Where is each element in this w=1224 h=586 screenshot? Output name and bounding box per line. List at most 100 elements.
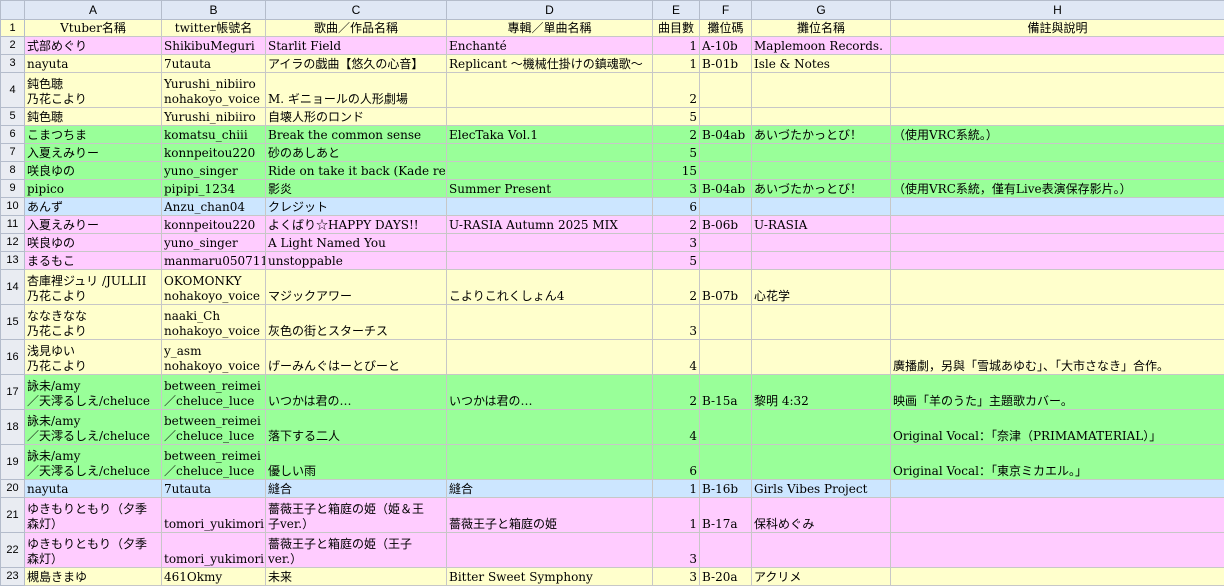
booth-name-cell[interactable]: あいづたかっとび！ <box>751 125 891 144</box>
twitter-account-cell[interactable]: ShikibuMeguri <box>161 36 266 55</box>
booth-name-cell[interactable] <box>751 197 891 216</box>
album-title-cell[interactable]: 縫合 <box>446 479 653 498</box>
booth-name-cell[interactable]: アクリメ <box>751 567 891 586</box>
twitter-account-cell[interactable]: komatsu_chiii <box>161 125 266 144</box>
vtuber-name-cell[interactable]: 入夏えみりー <box>24 143 162 162</box>
twitter-account-cell[interactable]: Yurushi_nibiiro <box>161 107 266 126</box>
booth-name-cell[interactable] <box>751 409 891 445</box>
select-all-corner[interactable] <box>0 0 25 20</box>
booth-code-cell[interactable]: B-04ab <box>699 179 752 198</box>
twitter-account-cell[interactable]: between_reimei ／cheluce_luce <box>161 409 266 445</box>
notes-cell[interactable] <box>890 479 1224 498</box>
track-count-cell[interactable]: 6 <box>652 197 700 216</box>
track-count-cell[interactable]: 6 <box>652 444 700 480</box>
song-title-cell[interactable]: げーみんぐはーとびーと <box>265 339 447 375</box>
booth-code-cell[interactable] <box>699 444 752 480</box>
album-title-cell[interactable]: こよりこれくしょん4 <box>446 269 653 305</box>
song-title-cell[interactable]: マジックアワー <box>265 269 447 305</box>
twitter-account-cell[interactable]: yuno_singer <box>161 233 266 252</box>
booth-code-cell[interactable] <box>699 197 752 216</box>
album-title-cell[interactable] <box>446 251 653 270</box>
notes-cell[interactable] <box>890 251 1224 270</box>
song-title-cell[interactable]: 砂のあしあと <box>265 143 447 162</box>
song-title-cell[interactable]: 自壊人形のロンド <box>265 107 447 126</box>
row-number[interactable]: 12 <box>0 233 25 252</box>
album-title-cell[interactable]: Summer Present <box>446 179 653 198</box>
album-title-cell[interactable] <box>446 72 653 108</box>
column-header-h[interactable]: H <box>890 0 1224 20</box>
vtuber-name-cell[interactable]: nayuta <box>24 479 162 498</box>
track-count-cell[interactable]: 1 <box>652 36 700 55</box>
booth-name-cell[interactable] <box>751 444 891 480</box>
notes-cell[interactable]: Original Vocal：「奈津（PRIMAMATERIAL）」 <box>890 409 1224 445</box>
notes-cell[interactable] <box>890 567 1224 586</box>
song-title-cell[interactable]: 優しい雨 <box>265 444 447 480</box>
twitter-account-cell[interactable]: OKOMONKY nohakoyo_voice <box>161 269 266 305</box>
track-count-cell[interactable]: 1 <box>652 497 700 533</box>
vtuber-name-cell[interactable]: 詠未/amy ／天澪るしえ/cheluce <box>24 409 162 445</box>
column-header-e[interactable]: E <box>652 0 700 20</box>
song-title-cell[interactable]: よくばり☆HAPPY DAYS!! <box>265 215 447 234</box>
booth-name-cell[interactable] <box>751 107 891 126</box>
booth-name-cell[interactable]: 心花学 <box>751 269 891 305</box>
track-count-cell[interactable]: 4 <box>652 409 700 445</box>
row-number[interactable]: 13 <box>0 251 25 270</box>
album-title-cell[interactable]: Replicant ～機械仕掛けの鎮魂歌～ <box>446 54 653 73</box>
album-title-cell[interactable]: 薔薇王子と箱庭の姫 <box>446 497 653 533</box>
vtuber-name-cell[interactable]: 鈍色聴 乃花こより <box>24 72 162 108</box>
song-title-cell[interactable]: Starlit Field <box>265 36 447 55</box>
track-count-cell[interactable]: 1 <box>652 54 700 73</box>
booth-code-cell[interactable] <box>699 161 752 180</box>
song-title-cell[interactable]: 落下する二人 <box>265 409 447 445</box>
notes-cell[interactable]: Original Vocal：「東京ミカエル。」 <box>890 444 1224 480</box>
booth-name-cell[interactable] <box>751 532 891 568</box>
booth-code-cell[interactable] <box>699 233 752 252</box>
album-title-cell[interactable] <box>446 197 653 216</box>
song-title-cell[interactable]: アイラの戯曲【悠久の心音】 <box>265 54 447 73</box>
notes-cell[interactable]: （使用VRC系統，僅有Live表演保存影片。） <box>890 179 1224 198</box>
booth-name-cell[interactable] <box>751 143 891 162</box>
row-number[interactable]: 18 <box>0 409 25 445</box>
album-title-cell[interactable] <box>446 444 653 480</box>
notes-cell[interactable] <box>890 269 1224 305</box>
song-title-cell[interactable]: 影炎 <box>265 179 447 198</box>
column-header-d[interactable]: D <box>446 0 653 20</box>
booth-name-cell[interactable] <box>751 304 891 340</box>
booth-code-cell[interactable]: B-01b <box>699 54 752 73</box>
row-number[interactable]: 2 <box>0 36 25 55</box>
album-title-cell[interactable]: いつかは君の… <box>446 374 653 410</box>
track-count-cell[interactable]: 3 <box>652 233 700 252</box>
notes-cell[interactable] <box>890 215 1224 234</box>
booth-code-cell[interactable] <box>699 143 752 162</box>
vtuber-name-cell[interactable]: 咲良ゆの <box>24 233 162 252</box>
row-number[interactable]: 17 <box>0 374 25 410</box>
row-number[interactable]: 15 <box>0 304 25 340</box>
notes-cell[interactable]: （使用VRC系統。） <box>890 125 1224 144</box>
notes-cell[interactable] <box>890 54 1224 73</box>
vtuber-name-cell[interactable]: ななきなな 乃花こより <box>24 304 162 340</box>
row-number[interactable]: 11 <box>0 215 25 234</box>
booth-name-cell[interactable]: あいづたかっとび！ <box>751 179 891 198</box>
vtuber-name-cell[interactable]: 式部めぐり <box>24 36 162 55</box>
row-number[interactable]: 20 <box>0 479 25 498</box>
twitter-account-cell[interactable]: 461Okmy <box>161 567 266 586</box>
track-count-cell[interactable]: 3 <box>652 304 700 340</box>
track-count-cell[interactable]: 2 <box>652 215 700 234</box>
booth-name-cell[interactable]: 黎明 4:32 <box>751 374 891 410</box>
booth-code-cell[interactable] <box>699 532 752 568</box>
booth-name-cell[interactable] <box>751 233 891 252</box>
booth-code-cell[interactable]: B-04ab <box>699 125 752 144</box>
row-number[interactable]: 23 <box>0 567 25 586</box>
row-number[interactable]: 6 <box>0 125 25 144</box>
track-count-cell[interactable]: 5 <box>652 107 700 126</box>
song-title-cell[interactable]: unstoppable <box>265 251 447 270</box>
track-count-cell[interactable]: 2 <box>652 374 700 410</box>
column-header-c[interactable]: C <box>265 0 447 20</box>
row-number[interactable]: 5 <box>0 107 25 126</box>
vtuber-name-cell[interactable]: 詠未/amy ／天澪るしえ/cheluce <box>24 374 162 410</box>
booth-code-cell[interactable]: A-10b <box>699 36 752 55</box>
song-title-cell[interactable]: Break the common sense <box>265 125 447 144</box>
booth-name-cell[interactable] <box>751 72 891 108</box>
booth-name-cell[interactable]: Isle & Notes <box>751 54 891 73</box>
song-title-cell[interactable]: 灰色の街とスターチス <box>265 304 447 340</box>
